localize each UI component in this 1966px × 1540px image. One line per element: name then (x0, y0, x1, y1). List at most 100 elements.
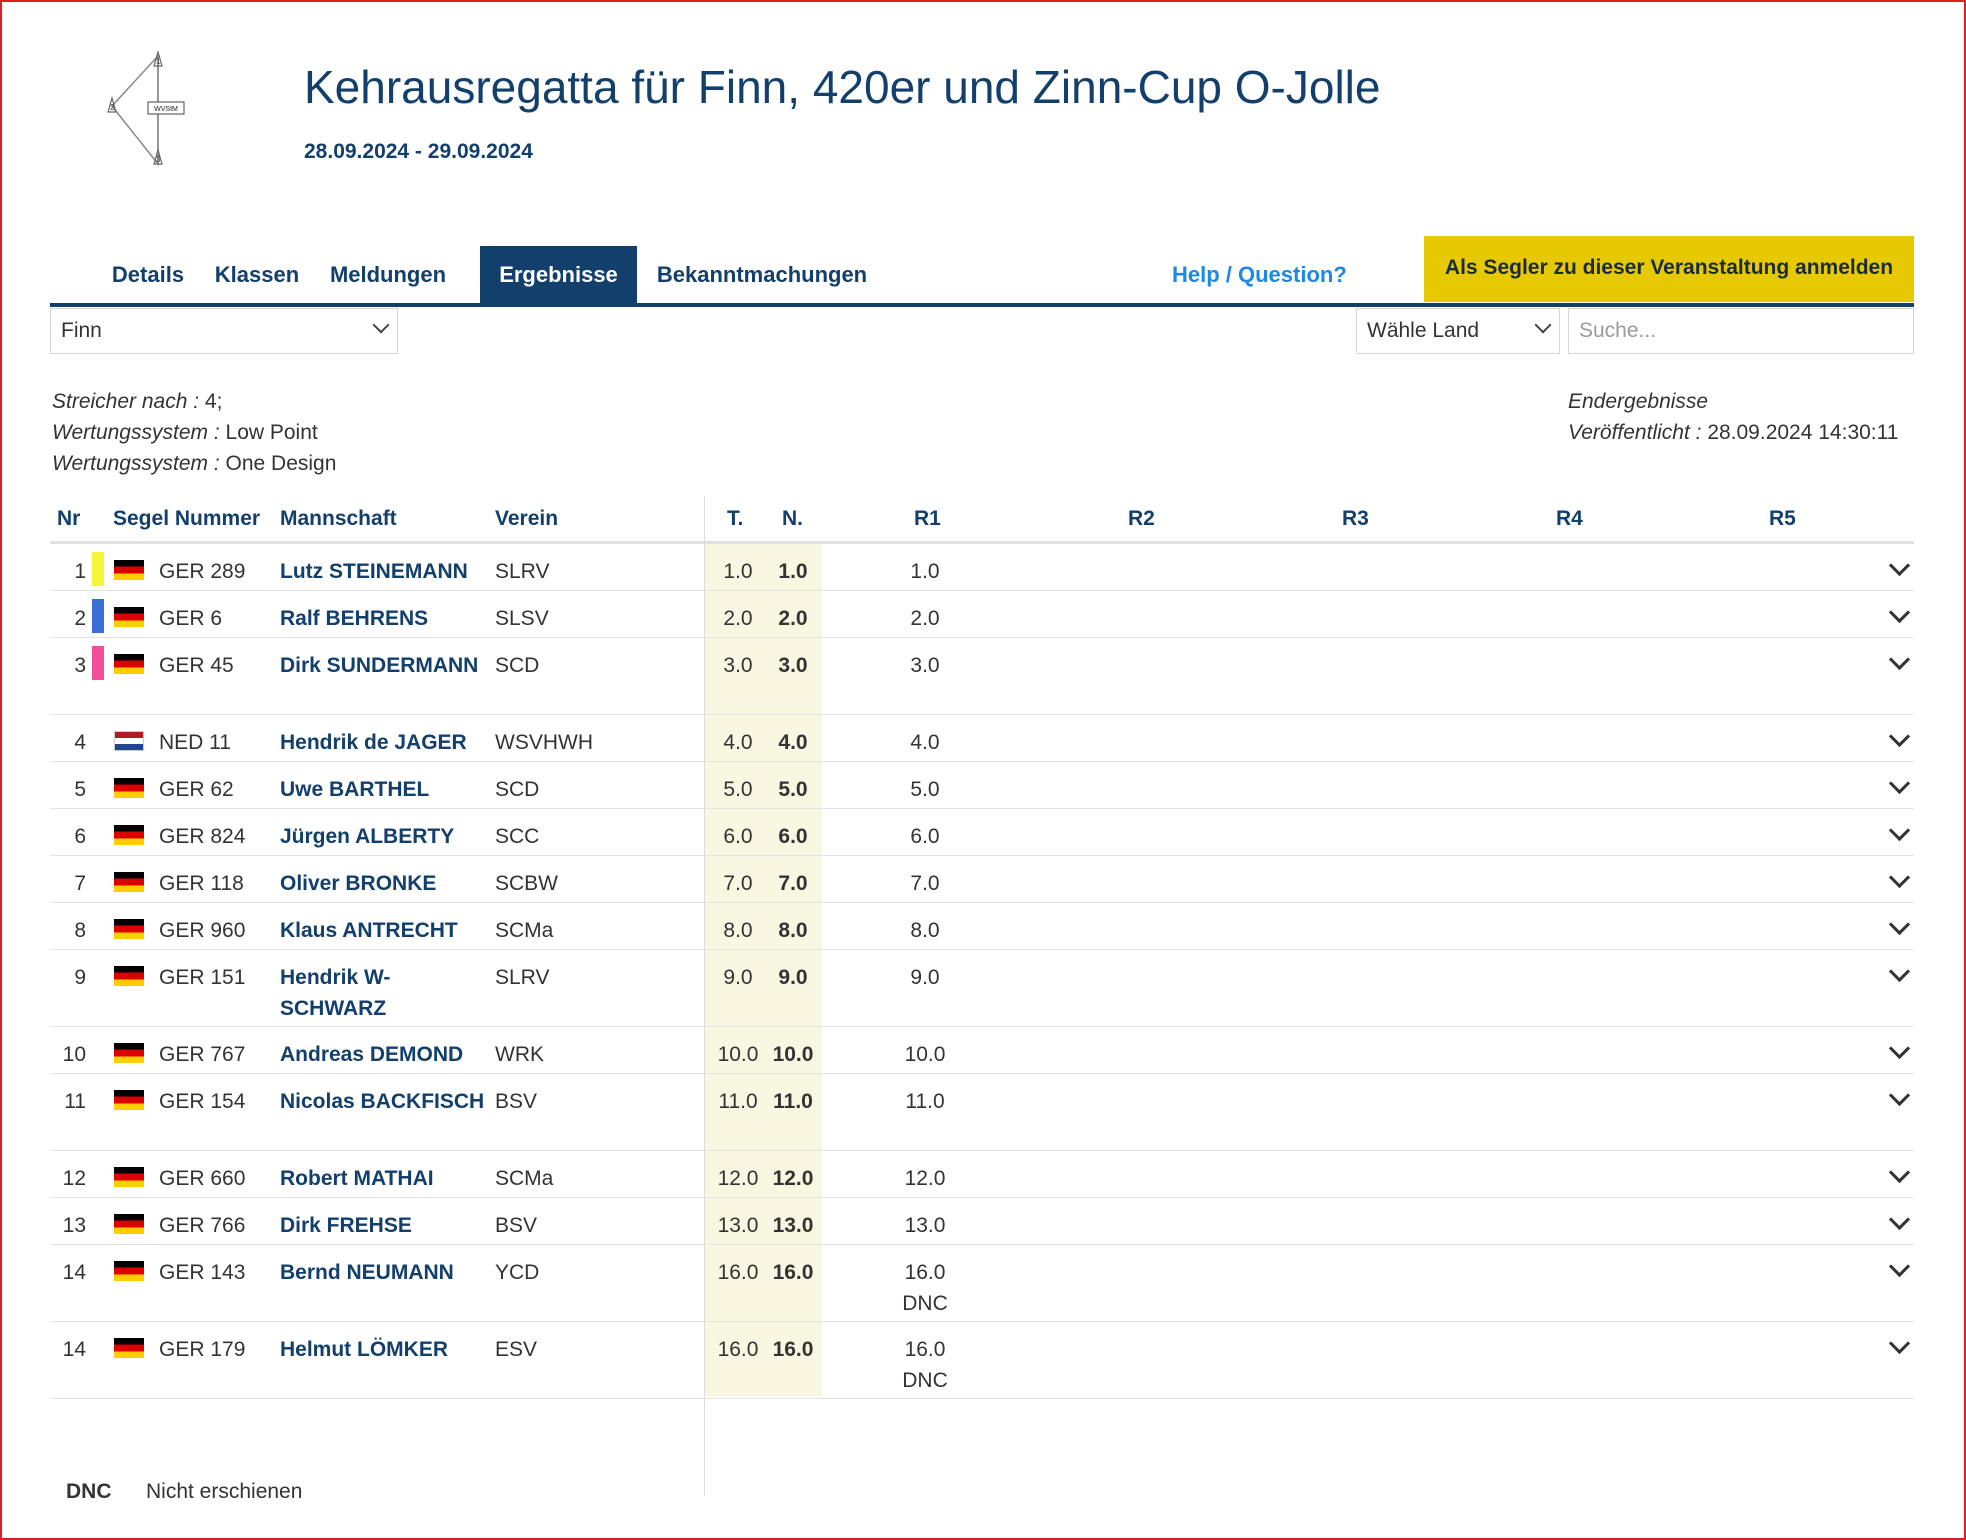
net-points: 4.0 (778, 731, 808, 754)
club: SCD (495, 778, 540, 801)
race-1-points: 9.0 (910, 966, 940, 989)
svg-text:3: 3 (156, 155, 161, 164)
club: SCMa (495, 1167, 554, 1190)
expand-chevron-icon[interactable] (1886, 774, 1914, 802)
crew-name-link[interactable]: Nicolas BACKFISCH (280, 1086, 490, 1117)
expand-chevron-icon[interactable] (1886, 1334, 1914, 1362)
color-marker (92, 599, 104, 633)
club: BSV (495, 1214, 538, 1237)
sail-number: GER 289 (159, 560, 246, 583)
country-select[interactable]: Wähle Land (1356, 308, 1560, 354)
ger-flag-icon (114, 778, 144, 798)
expand-chevron-icon[interactable] (1886, 1210, 1914, 1238)
sail-number: GER 767 (159, 1043, 246, 1066)
race-1-points: 13.0 (904, 1214, 946, 1237)
svg-text:1: 1 (156, 57, 161, 66)
tab-details[interactable]: Details (98, 246, 198, 303)
net-points: 5.0 (778, 778, 808, 801)
expand-chevron-icon[interactable] (1886, 556, 1914, 584)
tab-bekanntmachungen[interactable]: Bekanntmachungen (647, 246, 877, 303)
expand-chevron-icon[interactable] (1886, 1257, 1914, 1285)
rank: 8 (74, 919, 86, 942)
legend-code: DNC (66, 1480, 112, 1503)
crew-name-link[interactable]: Dirk FREHSE (280, 1210, 490, 1241)
table-row: 13 GER 766 Dirk FREHSE BSV 13.0 13.0 13.0 (50, 1198, 1914, 1245)
expand-chevron-icon[interactable] (1886, 1039, 1914, 1067)
legend-text: Nicht erschienen (146, 1480, 303, 1503)
net-points: 13.0 (772, 1214, 814, 1237)
expand-chevron-icon[interactable] (1886, 1163, 1914, 1191)
expand-chevron-icon[interactable] (1886, 915, 1914, 943)
ger-flag-icon (114, 1167, 144, 1187)
crew-name-link[interactable]: Helmut LÖMKER (280, 1334, 490, 1365)
tab-klassen[interactable]: Klassen (202, 246, 312, 303)
sail-number: NED 11 (159, 731, 231, 754)
table-row: 8 GER 960 Klaus ANTRECHT SCMa 8.0 8.0 8.0 (50, 903, 1914, 950)
nav-divider (50, 303, 1914, 307)
sail-number: GER 154 (159, 1090, 246, 1113)
crew-name-link[interactable]: Jürgen ALBERTY (280, 821, 490, 852)
header-club: Verein (495, 507, 559, 530)
net-points: 12.0 (772, 1167, 814, 1190)
expand-chevron-icon[interactable] (1886, 727, 1914, 755)
header-r1: R1 (914, 507, 941, 530)
crew-name-link[interactable]: Robert MATHAI (280, 1163, 490, 1194)
crew-name-link[interactable]: Oliver BRONKE (280, 868, 490, 899)
crew-name-link[interactable]: Klaus ANTRECHT (280, 915, 490, 946)
expand-chevron-icon[interactable] (1886, 821, 1914, 849)
expand-chevron-icon[interactable] (1886, 868, 1914, 896)
crew-name-link[interactable]: Uwe BARTHEL (280, 774, 490, 805)
expand-chevron-icon[interactable] (1886, 1086, 1914, 1114)
header-r5: R5 (1769, 507, 1796, 530)
race-1-result: 5.0 (876, 774, 974, 805)
race-1-points: 12.0 (904, 1167, 946, 1190)
expand-chevron-icon[interactable] (1886, 650, 1914, 678)
color-marker (92, 552, 104, 586)
sail-number: GER 45 (159, 654, 234, 677)
crew-name-link[interactable]: Ralf BEHRENS (280, 603, 490, 634)
crew-name-link[interactable]: Dirk SUNDERMANN (280, 650, 490, 681)
sail-number: GER 660 (159, 1167, 246, 1190)
color-marker (92, 646, 104, 680)
crew-name-link[interactable]: Hendrik de JAGER (280, 727, 490, 758)
total-points: 11.0 (718, 1090, 758, 1113)
rank: 10 (62, 1043, 86, 1066)
expand-chevron-icon[interactable] (1886, 603, 1914, 631)
race-1-result: 11.0 (876, 1086, 974, 1117)
search-input[interactable] (1568, 308, 1914, 354)
rank: 1 (74, 560, 86, 583)
crew-name-link[interactable]: Andreas DEMOND (280, 1039, 490, 1070)
club: SLRV (495, 966, 550, 989)
register-button[interactable]: Als Segler zu dieser Veranstaltung anmel… (1424, 236, 1914, 302)
expand-chevron-icon[interactable] (1886, 962, 1914, 990)
total-points: 1.0 (723, 560, 753, 583)
results-status: Endergebnisse (1568, 390, 1709, 413)
sail-number: GER 824 (159, 825, 246, 848)
ger-flag-icon (114, 1090, 144, 1110)
total-points: 5.0 (723, 778, 753, 801)
race-1-points: 1.0 (910, 560, 940, 583)
total-points: 7.0 (723, 872, 753, 895)
table-row: 5 GER 62 Uwe BARTHEL SCD 5.0 5.0 5.0 (50, 762, 1914, 809)
race-1-points: 16.0 (904, 1338, 946, 1361)
crew-name-link[interactable]: Bernd NEUMANN (280, 1257, 490, 1288)
header-sail-number: Segel Nummer (113, 507, 261, 530)
net-points: 1.0 (778, 560, 808, 583)
class-select[interactable]: Finn (50, 308, 398, 354)
table-row: 9 GER 151 Hendrik W-SCHWARZ SLRV 9.0 9.0 9.0 (50, 950, 1914, 1027)
crew-name-link[interactable]: Lutz STEINEMANN (280, 556, 490, 587)
help-link[interactable]: Help / Question? (1172, 246, 1347, 303)
table-row: 2 GER 6 Ralf BEHRENS SLSV 2.0 2.0 2.0 (50, 591, 1914, 638)
scoring-info: Streicher nach : 4; Wertungssystem : Low… (52, 386, 336, 479)
rank: 5 (74, 778, 86, 801)
club: SLRV (495, 560, 550, 583)
discard-value: 4; (204, 390, 223, 413)
tab-meldungen[interactable]: Meldungen (318, 246, 458, 303)
sail-number: GER 766 (159, 1214, 246, 1237)
total-points: 3.0 (723, 654, 753, 677)
crew-name-link[interactable]: Hendrik W-SCHWARZ (280, 962, 490, 1024)
header-r3: R3 (1342, 507, 1369, 530)
tab-ergebnisse[interactable]: Ergebnisse (480, 246, 637, 303)
total-points: 13.0 (717, 1214, 759, 1237)
rank: 11 (64, 1090, 86, 1113)
